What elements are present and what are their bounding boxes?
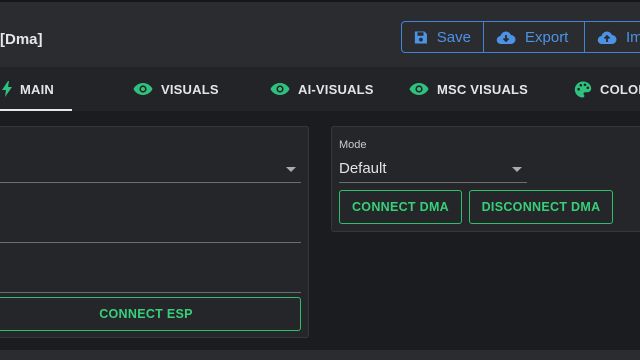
tab-ai-visuals-label: AI-VISUALS bbox=[298, 81, 374, 97]
export-button[interactable]: Export bbox=[484, 22, 585, 52]
tab-bar: MAIN VISUALS AI-VISUALS MSC VISUALS COLO… bbox=[0, 67, 640, 111]
mode-label: Mode bbox=[339, 139, 367, 151]
tab-main[interactable]: MAIN bbox=[0, 67, 73, 111]
bottom-bar bbox=[0, 350, 640, 360]
esp-field2-underline bbox=[0, 292, 301, 293]
action-button-group: Save Export Im bbox=[401, 21, 640, 53]
cloud-upload-icon bbox=[597, 31, 617, 44]
eye-icon bbox=[133, 83, 153, 95]
bolt-icon bbox=[2, 81, 12, 97]
tab-visuals[interactable]: VISUALS bbox=[133, 67, 219, 111]
mode-select-value[interactable]: Default bbox=[339, 160, 387, 177]
import-label: Im bbox=[626, 28, 640, 46]
eye-icon bbox=[409, 83, 429, 95]
eye-icon bbox=[270, 83, 290, 95]
cloud-download-icon bbox=[496, 31, 516, 44]
tab-msc-visuals[interactable]: MSC VISUALS bbox=[409, 67, 528, 111]
tab-ai-visuals[interactable]: AI-VISUALS bbox=[270, 67, 374, 111]
dma-panel: Mode Default CONNECT DMA DISCONNECT DMA bbox=[331, 126, 640, 232]
save-label: Save bbox=[436, 28, 471, 46]
window-title: [Dma] bbox=[0, 31, 43, 48]
tab-msc-visuals-label: MSC VISUALS bbox=[437, 81, 529, 97]
chevron-down-icon[interactable] bbox=[512, 167, 522, 172]
tab-color[interactable]: COLOR bbox=[574, 67, 640, 111]
save-button[interactable]: Save bbox=[402, 22, 484, 52]
tab-main-label: MAIN bbox=[20, 81, 55, 97]
mode-select-underline bbox=[339, 182, 527, 183]
connect-esp-button[interactable]: CONNECT ESP bbox=[0, 297, 301, 331]
palette-icon bbox=[574, 81, 592, 97]
esp-select-underline bbox=[0, 182, 301, 183]
tab-color-label: COLOR bbox=[600, 81, 640, 97]
tab-visuals-label: VISUALS bbox=[161, 81, 219, 97]
esp-field-underline bbox=[0, 242, 301, 243]
export-label: Export bbox=[525, 28, 569, 46]
save-icon bbox=[414, 30, 427, 44]
chevron-down-icon[interactable] bbox=[286, 167, 296, 172]
import-button[interactable]: Im bbox=[585, 22, 640, 52]
connect-dma-button[interactable]: CONNECT DMA bbox=[339, 190, 462, 224]
header-bar: [Dma] Save Export Im bbox=[0, 0, 640, 67]
esp-panel: CONNECT ESP bbox=[0, 126, 309, 338]
disconnect-dma-button[interactable]: DISCONNECT DMA bbox=[469, 190, 613, 224]
